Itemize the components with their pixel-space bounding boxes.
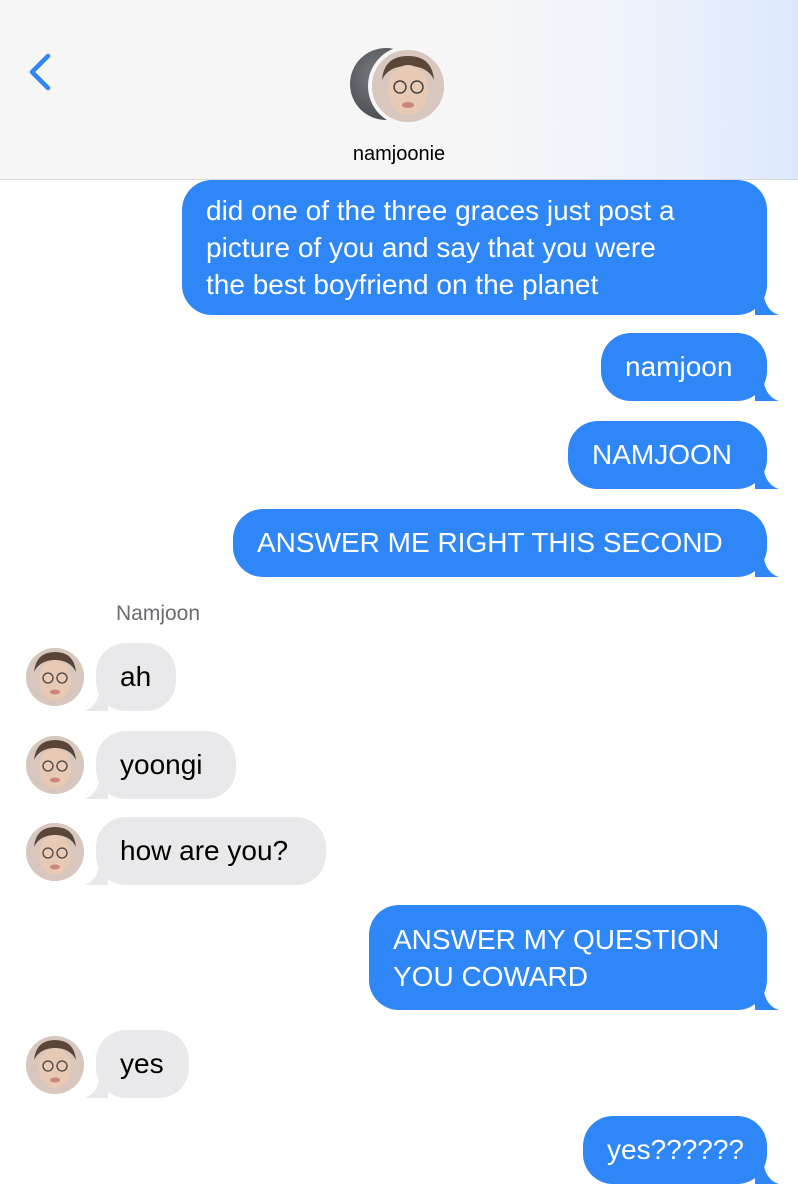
bubble-tail <box>755 465 779 489</box>
bubble-tail <box>84 861 108 885</box>
bubble-tail <box>84 687 108 711</box>
incoming-message-bubble[interactable]: yoongi <box>84 731 236 799</box>
message-text-line: yoongi <box>120 749 203 780</box>
back-button[interactable] <box>22 48 62 96</box>
bubble-tail <box>84 1074 108 1098</box>
sender-name: Namjoon <box>116 602 201 625</box>
message-text-line: did one of the three graces just post a <box>206 195 675 226</box>
contact-avatar <box>368 46 448 126</box>
message-text-line: ANSWER MY QUESTION <box>393 924 720 955</box>
contact-name[interactable]: namjoonie <box>0 143 798 166</box>
incoming-message-bubble[interactable]: how are you? <box>84 817 326 885</box>
outgoing-message-bubble[interactable]: namjoon <box>601 333 779 401</box>
outgoing-message-bubble[interactable]: ANSWER MY QUESTION YOU COWARD <box>369 905 779 1010</box>
message-text-line: the best boyfriend on the planet <box>206 269 599 300</box>
message-text-line: yes?????? <box>607 1134 745 1165</box>
message-text-line: YOU COWARD <box>393 961 588 992</box>
sender-avatar[interactable] <box>26 823 84 881</box>
message-text-line: ANSWER ME RIGHT THIS SECOND <box>257 527 723 558</box>
outgoing-message-bubble[interactable]: did one of the three graces just post a p… <box>182 180 779 315</box>
message-text-line: ah <box>120 661 152 692</box>
bubble-tail <box>755 1160 779 1184</box>
conversation-header: namjoonie <box>0 0 798 180</box>
bubble-tail <box>84 775 108 799</box>
outgoing-message-bubble[interactable]: ANSWER ME RIGHT THIS SECOND <box>233 509 779 577</box>
sender-avatar[interactable] <box>26 648 84 706</box>
outgoing-message-bubble[interactable]: NAMJOON <box>568 421 779 489</box>
bubble-tail <box>755 291 779 315</box>
bubble-tail <box>755 377 779 401</box>
bubble-tail <box>755 553 779 577</box>
message-text-line: how are you? <box>120 835 289 866</box>
bubble-tail <box>755 986 779 1010</box>
message-text-line: yes <box>120 1048 164 1079</box>
chevron-left-icon <box>29 53 51 91</box>
message-text-line: NAMJOON <box>592 439 732 470</box>
contact-avatar-group[interactable] <box>350 46 450 130</box>
incoming-message-bubble[interactable]: ah <box>84 643 176 711</box>
sender-avatar[interactable] <box>26 736 84 794</box>
message-text-line: picture of you and say that you were <box>206 232 656 263</box>
message-text-line: namjoon <box>625 351 733 382</box>
sender-avatar[interactable] <box>26 1036 84 1094</box>
incoming-message-bubble[interactable]: yes <box>84 1030 189 1098</box>
outgoing-message-bubble[interactable]: yes?????? <box>583 1116 779 1184</box>
